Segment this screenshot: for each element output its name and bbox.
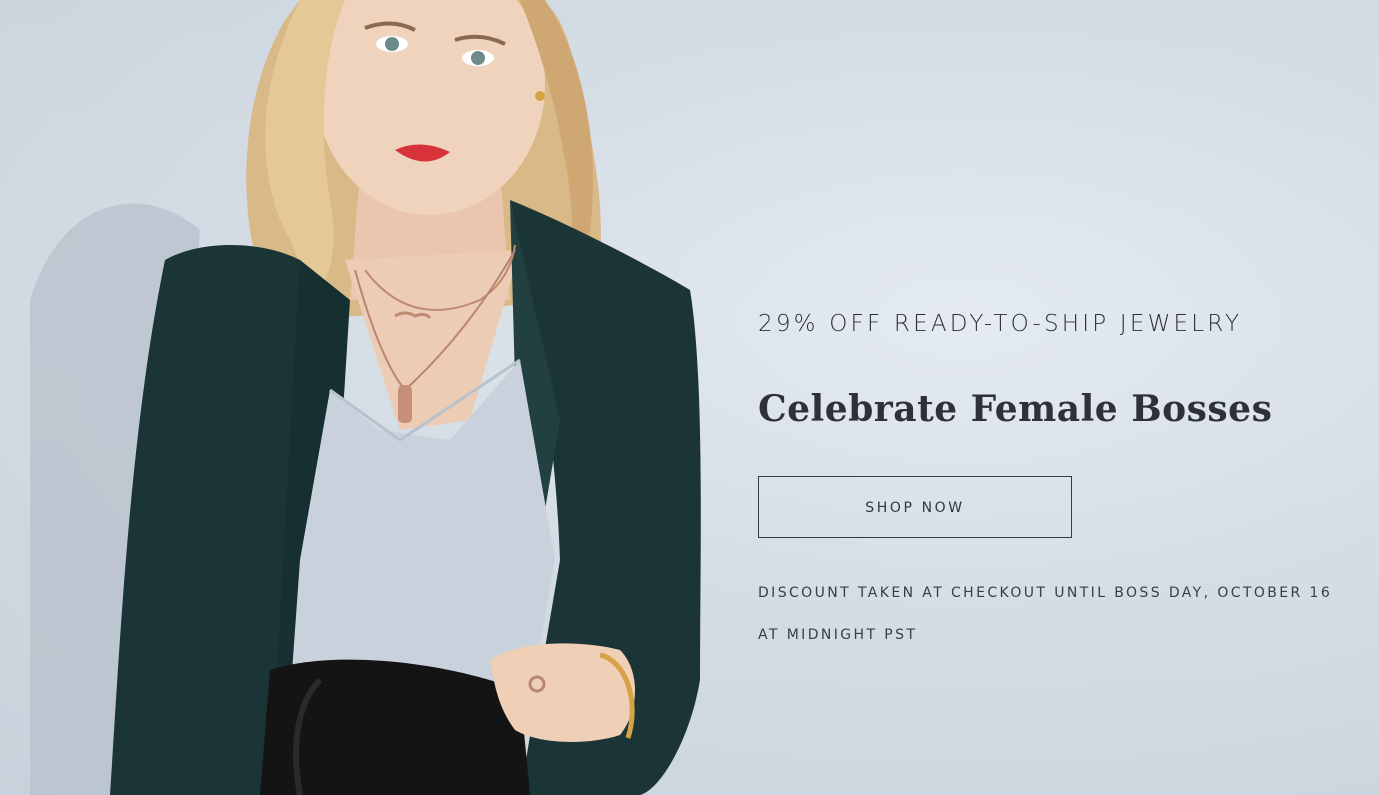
hero-banner: 29% OFF READY-TO-SHIP JEWELRY Celebrate …: [0, 0, 1379, 795]
promo-headline: Celebrate Female Bosses: [758, 388, 1273, 430]
promo-content: 29% OFF READY-TO-SHIP JEWELRY Celebrate …: [758, 300, 1338, 656]
promo-eyebrow: 29% OFF READY-TO-SHIP JEWELRY: [758, 311, 1243, 337]
model-photo: [30, 0, 701, 795]
promo-disclaimer: DISCOUNT TAKEN AT CHECKOUT UNTIL BOSS DA…: [758, 585, 1333, 643]
shop-now-button[interactable]: SHOP NOW: [758, 476, 1072, 538]
